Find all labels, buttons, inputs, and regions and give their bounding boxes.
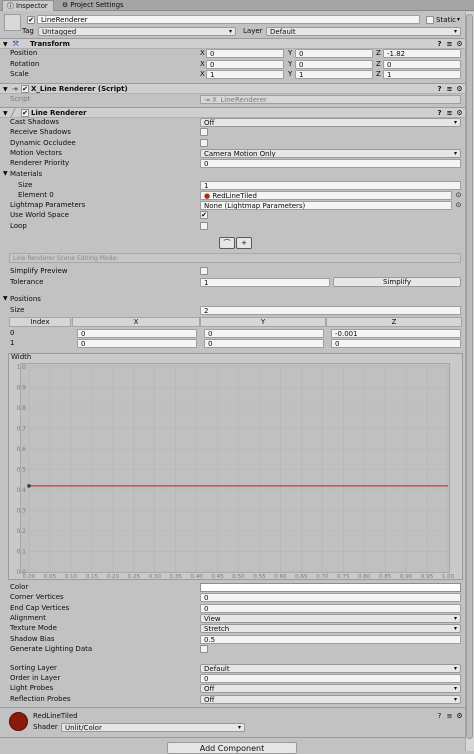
texture-mode-row: Texture Mode Stretch	[0, 623, 465, 633]
y-tick-label: 0.6	[16, 446, 26, 453]
gear-icon[interactable]: ⚙	[456, 713, 463, 720]
x-tick-label: 0.85	[379, 574, 392, 580]
color-row: Color	[0, 582, 465, 592]
add-component-button[interactable]: Add Component	[167, 742, 297, 754]
y-tick-label: 0.5	[16, 467, 26, 474]
alignment-row: Alignment View	[0, 613, 465, 623]
x-tick-label: 0.20	[107, 574, 120, 580]
end-cap-vertices-row: End Cap Vertices 0	[0, 603, 465, 613]
alignment-dropdown[interactable]: View	[200, 614, 461, 623]
y-tick-label: 0.2	[16, 528, 26, 535]
x-tick-label: 0.60	[274, 574, 287, 580]
reflection-probes-row: Reflection Probes Off	[0, 694, 465, 704]
y-tick-label: 1.0	[16, 364, 26, 371]
y-tick-label: 0.1	[16, 549, 26, 556]
bottom-separator	[0, 737, 465, 738]
shader-label: Shader	[33, 723, 58, 731]
material-preview-swatch	[9, 712, 28, 731]
reflection-probes-dropdown[interactable]: Off	[200, 695, 461, 704]
preset-icon[interactable]: ≡	[446, 713, 453, 720]
x-tick-label: 0.05	[44, 574, 57, 580]
x-tick-label: 0.90	[400, 574, 413, 580]
order-in-layer-label: Order in Layer	[10, 674, 61, 682]
scrollbar-thumb[interactable]	[466, 14, 473, 739]
light-probes-label: Light Probes	[10, 684, 54, 692]
corner-vertices-label: Corner Vertices	[10, 593, 64, 601]
end-cap-vertices-input[interactable]: 0	[200, 604, 461, 613]
x-tick-label: 0.65	[295, 574, 308, 580]
generate-lighting-label: Generate Lighting Data	[10, 645, 93, 653]
sorting-layer-dropdown[interactable]: Default	[200, 664, 461, 673]
order-in-layer-row: Order in Layer 0	[0, 673, 465, 683]
texture-mode-label: Texture Mode	[10, 624, 57, 632]
material-name: RedLineTiled	[33, 712, 78, 720]
x-tick-label: 0.35	[169, 574, 182, 580]
curve-keyframe[interactable]	[27, 484, 31, 488]
color-gradient-field[interactable]	[200, 583, 461, 592]
y-tick-label: 0.9	[16, 385, 26, 392]
shadow-bias-input[interactable]: 0.5	[200, 635, 461, 644]
x-tick-label: 1.00	[442, 574, 455, 580]
shader-dropdown[interactable]: Unlit/Color	[61, 723, 245, 732]
alignment-label: Alignment	[10, 614, 46, 622]
y-tick-label: 0.8	[16, 405, 26, 412]
corner-vertices-input[interactable]: 0	[200, 593, 461, 602]
y-tick-label: 0.7	[16, 426, 26, 433]
corner-vertices-row: Corner Vertices 0	[0, 592, 465, 602]
generate-lighting-checkbox[interactable]	[200, 645, 208, 653]
light-probes-dropdown[interactable]: Off	[200, 684, 461, 693]
sorting-layer-row: Sorting Layer Default	[0, 663, 465, 673]
x-tick-label: 0.15	[86, 574, 99, 580]
color-label: Color	[10, 583, 29, 591]
generate-lighting-row: Generate Lighting Data	[0, 644, 465, 654]
x-tick-label: 0.75	[337, 574, 350, 580]
shadow-bias-label: Shadow Bias	[10, 635, 55, 643]
width-curve-svg: 1.00.90.80.70.60.50.40.30.20.10.00.00 0.0…	[16, 364, 455, 580]
reflection-probes-label: Reflection Probes	[10, 695, 71, 703]
material-separator	[0, 707, 465, 708]
x-tick-label: 0.30	[148, 574, 161, 580]
x-tick-label: 0.55	[253, 574, 266, 580]
shadow-bias-row: Shadow Bias 0.5	[0, 634, 465, 644]
sorting-layer-label: Sorting Layer	[10, 664, 57, 672]
x-tick-label: 0.80	[358, 574, 371, 580]
y-tick-label: 0.3	[16, 508, 26, 515]
texture-mode-dropdown[interactable]: Stretch	[200, 624, 461, 633]
x-tick-label: 0.95	[421, 574, 434, 580]
x-tick-label: 0.40	[190, 574, 203, 580]
order-in-layer-input[interactable]: 0	[200, 674, 461, 683]
x-tick-label: 0.50	[232, 574, 245, 580]
x-tick-label: 0.45	[211, 574, 224, 580]
x-tick-label: 0.00	[23, 574, 36, 580]
x-tick-label: 0.25	[128, 574, 141, 580]
y-tick-label: 0.4	[16, 487, 26, 494]
end-cap-vertices-label: End Cap Vertices	[10, 604, 70, 612]
x-tick-label: 0.10	[65, 574, 78, 580]
x-tick-label: 0.70	[316, 574, 329, 580]
help-icon[interactable]: ?	[436, 713, 443, 720]
light-probes-row: Light Probes Off	[0, 683, 465, 693]
